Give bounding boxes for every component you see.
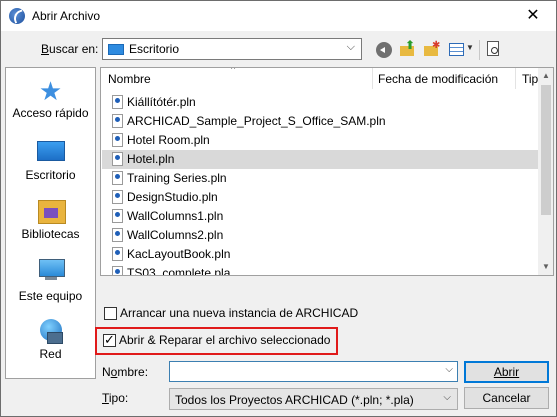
- column-divider[interactable]: [515, 68, 516, 89]
- file-name: Training Series.pln: [127, 171, 227, 185]
- chevron-down-icon[interactable]: ⌵: [347, 41, 355, 54]
- column-header-date[interactable]: Fecha de modificación: [378, 72, 498, 86]
- new-instance-label[interactable]: Arrancar una nueva instancia de ARCHICAD: [120, 306, 358, 320]
- new-instance-checkbox[interactable]: [104, 307, 117, 320]
- column-header-type[interactable]: Tip: [522, 72, 538, 86]
- file-name: ARCHICAD_Sample_Project_S_Office_SAM.pln: [127, 114, 386, 128]
- pln-file-icon: [112, 133, 123, 147]
- file-row[interactable]: TS03_complete.pla: [102, 264, 538, 276]
- look-in-label: Buscar en:: [41, 42, 99, 56]
- pln-file-icon: [112, 266, 123, 275]
- title-bar: Abrir Archivo ✕: [1, 1, 556, 31]
- file-name: KacLayoutBook.pln: [127, 247, 231, 261]
- look-in-combo[interactable]: Escritorio ⌵: [102, 38, 362, 60]
- column-divider[interactable]: [372, 68, 373, 89]
- chevron-down-icon[interactable]: ⌵: [445, 364, 453, 375]
- file-row[interactable]: ARCHICAD_Sample_Project_S_Office_SAM.pln: [102, 112, 538, 131]
- view-menu-icon[interactable]: ▼: [448, 40, 474, 60]
- filename-input[interactable]: [174, 364, 434, 379]
- file-row[interactable]: Training Series.pln: [102, 169, 538, 188]
- place-quick-access[interactable]: ★ Acceso rápido: [6, 76, 95, 120]
- filename-field[interactable]: ⌵: [169, 361, 458, 382]
- dialog-title: Abrir Archivo: [32, 9, 101, 23]
- toolbar-divider: [479, 40, 480, 60]
- vertical-scrollbar[interactable]: ▲ ▼: [538, 68, 553, 275]
- file-row-selected[interactable]: Hotel.pln: [102, 150, 538, 169]
- libraries-icon: [37, 198, 66, 224]
- place-network[interactable]: Red: [6, 318, 95, 361]
- places-bar: ★ Acceso rápido Escritorio Bibliotecas E…: [5, 67, 96, 379]
- this-pc-icon: [37, 258, 65, 282]
- filetype-combo[interactable]: Todos los Proyectos ARCHICAD (*.pln; *.p…: [169, 388, 458, 410]
- place-label: Escritorio: [25, 168, 76, 182]
- pln-file-icon: [112, 95, 123, 109]
- file-name: WallColumns2.pln: [127, 228, 224, 242]
- file-row[interactable]: WallColumns2.pln: [102, 226, 538, 245]
- filetype-value: Todos los Proyectos ARCHICAD (*.pln; *.p…: [175, 393, 414, 407]
- look-in-value: Escritorio: [129, 42, 180, 56]
- pln-file-icon: [112, 171, 123, 185]
- place-label: Red: [39, 347, 62, 361]
- pln-file-icon: [112, 152, 123, 166]
- file-name: Hotel.pln: [127, 152, 175, 166]
- pln-file-icon: [112, 190, 123, 204]
- new-folder-icon[interactable]: ✱: [423, 40, 441, 60]
- scroll-thumb[interactable]: [541, 85, 551, 215]
- place-label: Acceso rápido: [12, 106, 89, 120]
- close-icon[interactable]: ✕: [511, 3, 555, 29]
- open-repair-label[interactable]: Abrir & Reparar el archivo seleccionado: [119, 333, 330, 347]
- scroll-down-icon[interactable]: ▼: [538, 259, 553, 275]
- place-label: Este equipo: [18, 289, 83, 303]
- file-row[interactable]: WallColumns1.pln: [102, 207, 538, 226]
- place-libraries[interactable]: Bibliotecas: [6, 198, 95, 241]
- pln-file-icon: [112, 209, 123, 223]
- archicad-app-icon: [9, 8, 25, 24]
- open-button-label: Abrir: [493, 365, 520, 379]
- scroll-up-icon[interactable]: ▲: [538, 68, 553, 84]
- column-header-name[interactable]: Nombre: [108, 72, 151, 86]
- pln-file-icon: [112, 247, 123, 261]
- file-name: TS03_complete.pla: [127, 266, 231, 276]
- cancel-button[interactable]: Cancelar: [464, 387, 549, 409]
- place-desktop[interactable]: Escritorio: [6, 137, 95, 182]
- up-folder-icon[interactable]: ⬆: [399, 38, 417, 60]
- file-row[interactable]: KacLayoutBook.pln: [102, 245, 538, 264]
- place-this-pc[interactable]: Este equipo: [6, 258, 95, 303]
- file-row[interactable]: DesignStudio.pln: [102, 188, 538, 207]
- desktop-icon: [36, 141, 65, 161]
- open-file-dialog: Abrir Archivo ✕ Buscar en: Escritorio ⌵ …: [0, 0, 557, 417]
- network-icon: [37, 318, 65, 344]
- sort-indicator-icon: ^: [231, 67, 236, 74]
- file-name: DesignStudio.pln: [127, 190, 218, 204]
- file-row[interactable]: Kiállítótér.pln: [102, 93, 538, 112]
- quick-access-star-icon: ★: [38, 76, 63, 106]
- filename-label: Nombre:: [102, 365, 149, 379]
- list-header: ^ Nombre Fecha de modificación Tip: [101, 68, 538, 89]
- file-name: Hotel Room.pln: [127, 133, 210, 147]
- place-label: Bibliotecas: [21, 227, 80, 241]
- back-icon[interactable]: [376, 42, 392, 58]
- preview-icon[interactable]: [486, 40, 502, 60]
- file-row[interactable]: Hotel Room.pln: [102, 131, 538, 150]
- pln-file-icon: [112, 228, 123, 242]
- chevron-down-icon[interactable]: ⌵: [443, 392, 451, 403]
- desktop-folder-icon: [108, 44, 124, 55]
- open-button[interactable]: Abrir: [464, 361, 549, 383]
- file-name: WallColumns1.pln: [127, 209, 224, 223]
- file-list[interactable]: ^ Nombre Fecha de modificación Tip Kiáll…: [100, 67, 554, 276]
- file-name: Kiállítótér.pln: [127, 95, 196, 109]
- open-repair-checkbox[interactable]: [103, 332, 116, 348]
- pln-file-icon: [112, 114, 123, 128]
- filetype-label: Tipo:: [102, 391, 129, 405]
